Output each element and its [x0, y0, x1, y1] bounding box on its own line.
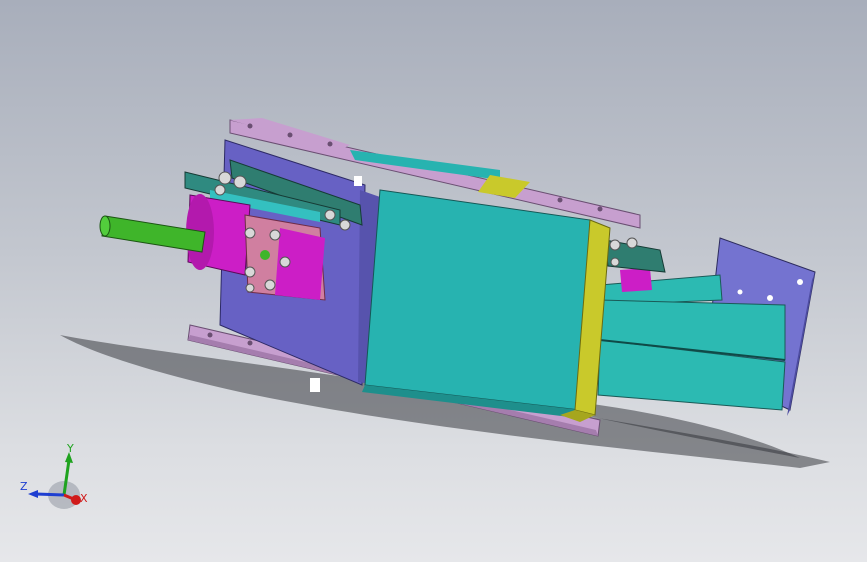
mount-plate[interactable]	[244, 214, 326, 301]
bolt-hole	[737, 289, 743, 295]
cad-model[interactable]	[0, 0, 867, 562]
y-axis-label: Y	[66, 442, 74, 455]
z-axis	[35, 492, 65, 497]
z-axis-label: Z	[20, 480, 28, 493]
z-axis-arrow	[28, 490, 38, 498]
3d-viewport[interactable]: Y Z X	[0, 0, 867, 562]
housing-front-face	[364, 189, 591, 411]
coordinate-triad: Y Z X	[20, 442, 88, 509]
bolt-head	[626, 237, 638, 249]
bolt-head	[609, 239, 621, 251]
actuator-assembly[interactable]	[597, 237, 816, 416]
x-axis-label: X	[80, 492, 88, 505]
actuator-magenta-block	[620, 268, 652, 292]
bolt-hole	[767, 295, 773, 301]
bolt-head	[610, 257, 620, 267]
bolt-hole	[797, 279, 803, 285]
